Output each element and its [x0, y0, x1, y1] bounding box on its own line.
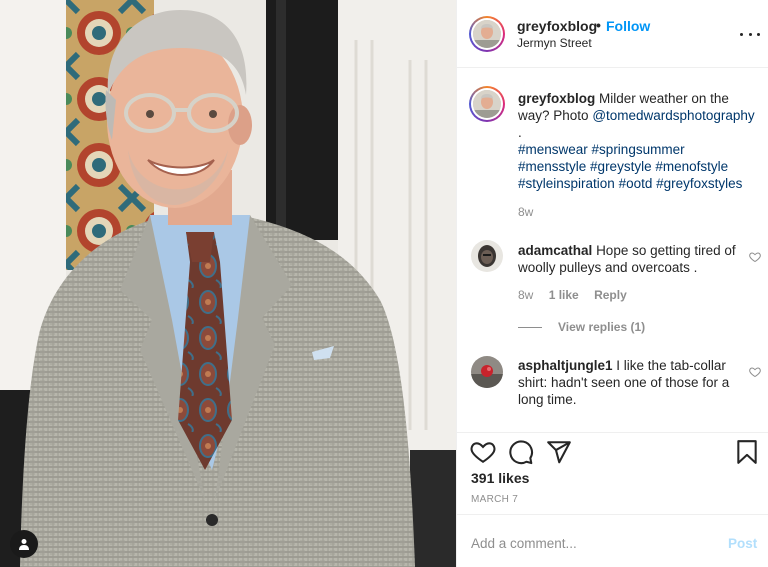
hashtag[interactable]: #mensstyle	[518, 159, 586, 174]
hashtag[interactable]: #menofstyle	[655, 159, 728, 174]
post-comment-button[interactable]: Post	[728, 536, 757, 551]
post-sidebar: greyfoxblog • Follow Jermyn Street greyf…	[456, 0, 768, 567]
post-photo[interactable]	[0, 0, 456, 567]
comment-text: adamcathal Hope so getting tired of wool…	[518, 242, 743, 276]
caption-mention[interactable]: @tomedwardsphotography	[592, 108, 754, 123]
comment-input[interactable]	[471, 529, 711, 557]
photo-illustration	[0, 0, 456, 567]
comment-timestamp[interactable]: 8w	[518, 288, 533, 302]
author-avatar[interactable]	[469, 16, 505, 52]
separator-dot: •	[596, 17, 601, 33]
reply-button[interactable]: Reply	[594, 288, 627, 302]
commenter-avatar[interactable]	[471, 240, 503, 272]
add-comment-bar: Post	[457, 514, 768, 567]
hashtag[interactable]: #menswear	[518, 142, 588, 157]
comment-meta: 8w 1 like Reply	[518, 288, 639, 302]
heart-icon[interactable]	[470, 439, 496, 465]
commenter-avatar[interactable]	[471, 356, 503, 388]
post-header: greyfoxblog • Follow Jermyn Street	[457, 0, 768, 68]
user-icon	[19, 539, 29, 550]
tagged-users-button[interactable]	[10, 530, 38, 558]
comment-likes-count[interactable]: 1 like	[549, 288, 579, 302]
hashtag[interactable]: #greystyle	[590, 159, 652, 174]
comments-list[interactable]: greyfoxblog Milder weather on the way? P…	[457, 68, 768, 432]
caption-timestamp[interactable]: 8w	[518, 205, 533, 219]
comment-icon[interactable]	[508, 439, 534, 465]
comment-username[interactable]: adamcathal	[518, 243, 592, 258]
caption-avatar[interactable]	[469, 86, 505, 122]
caption-text: greyfoxblog Milder weather on the way? P…	[518, 90, 761, 192]
share-icon[interactable]	[546, 439, 572, 465]
hashtag[interactable]: #greyfoxstyles	[656, 176, 742, 191]
author-avatar-image	[473, 20, 501, 48]
comment-like-heart-icon[interactable]	[749, 251, 761, 263]
instagram-post-view: greyfoxblog • Follow Jermyn Street greyf…	[0, 0, 768, 567]
comment-text: asphaltjungle1 I like the tab-collar shi…	[518, 357, 743, 408]
view-replies-label: View replies (1)	[558, 320, 646, 334]
caption-avatar-image	[473, 90, 501, 118]
replies-divider	[518, 326, 542, 328]
more-options-icon[interactable]	[740, 28, 760, 40]
author-username[interactable]: greyfoxblog	[517, 18, 597, 34]
hashtag[interactable]: #springsummer	[592, 142, 685, 157]
commenter-avatar-image	[471, 240, 503, 272]
follow-button[interactable]: Follow	[606, 18, 650, 34]
view-replies-button[interactable]: View replies (1)	[518, 320, 645, 334]
caption-trailing: .	[518, 125, 522, 140]
comment-like-heart-icon[interactable]	[749, 366, 761, 378]
commenter-avatar-image	[471, 356, 503, 388]
location-link[interactable]: Jermyn Street	[517, 36, 592, 50]
comment-username[interactable]: asphaltjungle1	[518, 358, 613, 373]
likes-count[interactable]: 391 likes	[471, 470, 529, 486]
post-date[interactable]: MARCH 7	[471, 494, 518, 505]
post-actions: 391 likes MARCH 7	[457, 432, 768, 514]
bookmark-icon[interactable]	[734, 439, 760, 465]
hashtag[interactable]: #styleinspiration	[518, 176, 615, 191]
hashtag[interactable]: #ootd	[619, 176, 653, 191]
caption-username[interactable]: greyfoxblog	[518, 91, 595, 106]
